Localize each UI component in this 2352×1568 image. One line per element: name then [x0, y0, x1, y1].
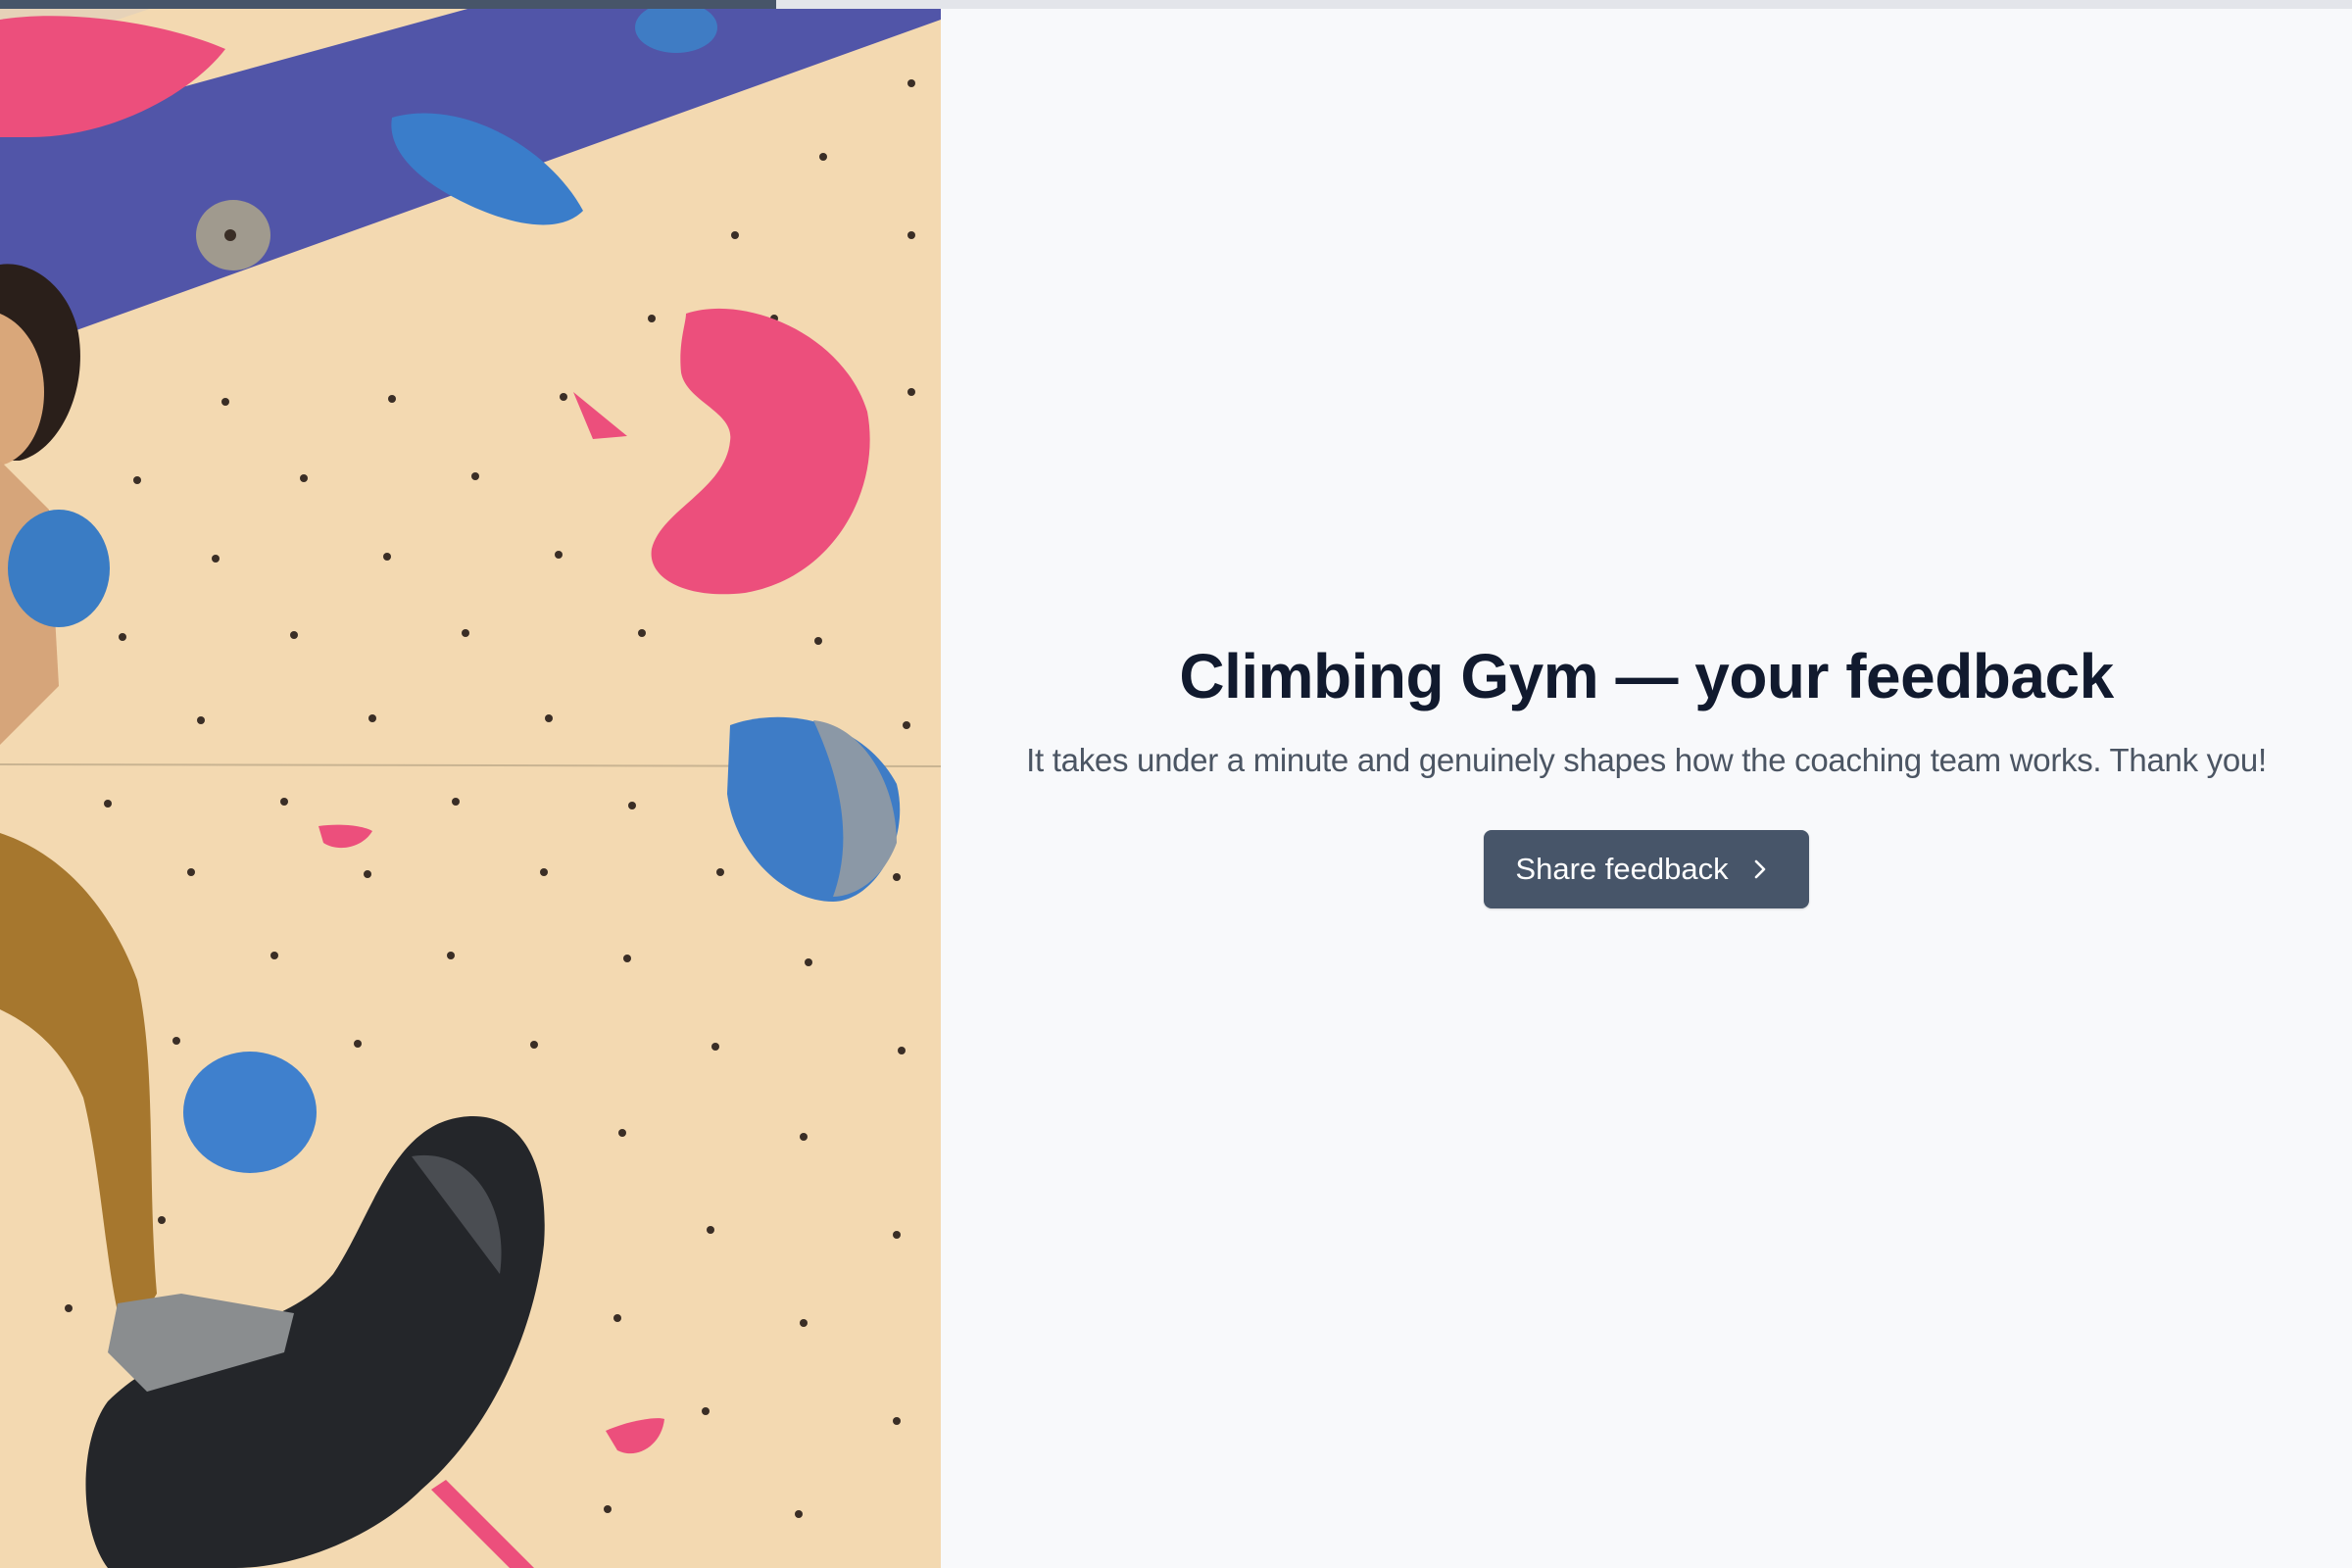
share-feedback-button[interactable]: Share feedback: [1484, 830, 1809, 908]
chevron-right-icon: [1750, 858, 1770, 881]
feedback-intro: Climbing Gym — your feedback It takes un…: [941, 0, 2352, 1568]
progress-bar-fill: [0, 0, 776, 9]
progress-bar: [0, 0, 2352, 9]
hero-image: [0, 0, 941, 1568]
climbing-wall-illustration: [0, 0, 941, 1568]
page-subtitle: It takes under a minute and genuinely sh…: [1026, 742, 2267, 778]
share-feedback-label: Share feedback: [1515, 852, 1729, 886]
page-title: Climbing Gym — your feedback: [1179, 641, 2114, 711]
